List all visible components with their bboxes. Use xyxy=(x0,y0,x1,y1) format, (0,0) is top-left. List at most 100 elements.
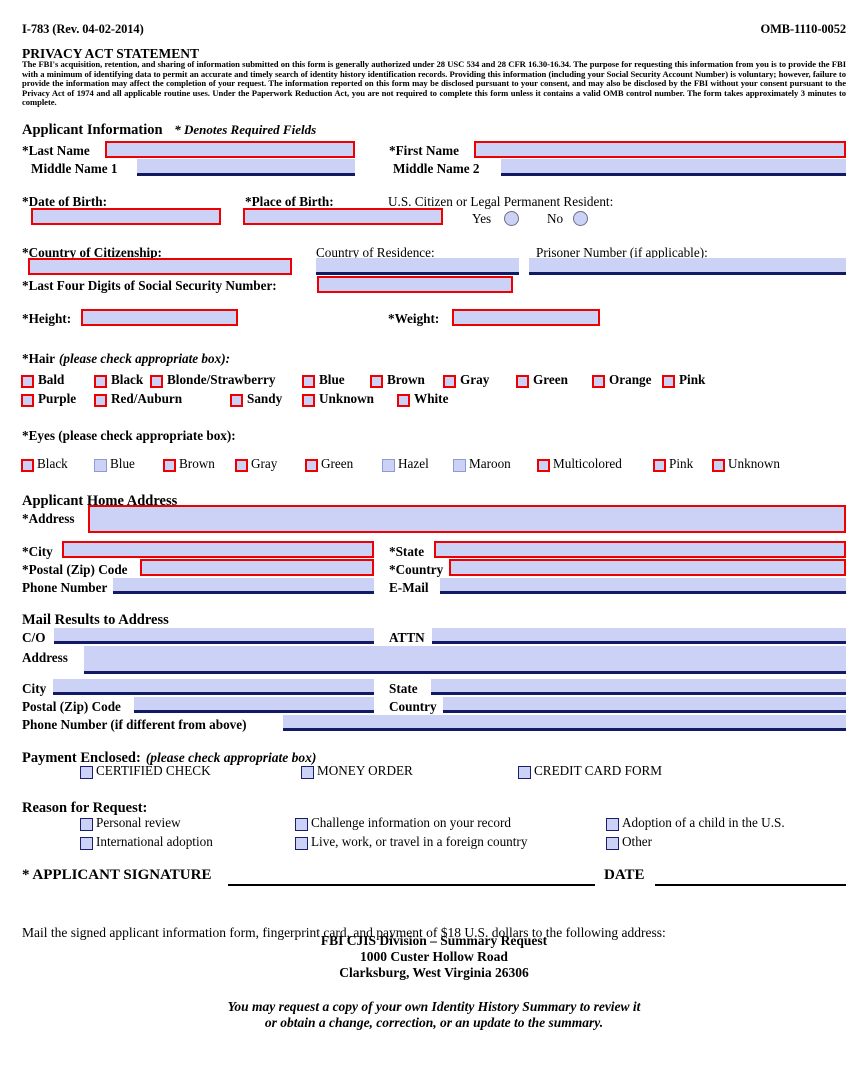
home-address-label: *Address xyxy=(22,511,75,526)
hair-option-checkbox-11[interactable] xyxy=(230,394,243,407)
eyes-option-label-9: Unknown xyxy=(728,456,781,471)
applicant-information-title: Applicant Information xyxy=(22,122,163,138)
prisoner-number-input[interactable] xyxy=(529,258,846,275)
hair-option-checkbox-1[interactable] xyxy=(94,375,107,388)
weight-label: *Weight: xyxy=(388,311,440,326)
eyes-option-checkbox-4[interactable] xyxy=(305,459,318,472)
hair-option-label-0: Bald xyxy=(38,372,65,387)
hair-option-label-1: Black xyxy=(111,372,144,387)
home-state-input[interactable] xyxy=(434,541,846,558)
reason-option-label-0: Personal review xyxy=(96,815,181,830)
hair-option-checkbox-6[interactable] xyxy=(516,375,529,388)
country-citizenship-input[interactable] xyxy=(28,258,292,275)
hair-option-checkbox-4[interactable] xyxy=(370,375,383,388)
home-email-input[interactable] xyxy=(440,578,846,594)
eyes-option-checkbox-9[interactable] xyxy=(712,459,725,472)
payment-option-checkbox-0[interactable] xyxy=(80,766,93,779)
reason-option-checkbox-1[interactable] xyxy=(295,818,308,831)
eyes-option-checkbox-1[interactable] xyxy=(94,459,107,472)
reason-option-label-1: Challenge information on your record xyxy=(311,815,511,830)
last-name-input[interactable] xyxy=(105,141,355,158)
first-name-input[interactable] xyxy=(474,141,846,158)
form-number: I-783 (Rev. 04-02-2014) xyxy=(22,22,144,36)
ssn-input[interactable] xyxy=(317,276,513,293)
applicant-signature-line[interactable] xyxy=(228,884,595,886)
mail-attn-label: ATTN xyxy=(389,630,425,645)
hair-option-label-10: Red/Auburn xyxy=(111,391,183,406)
citizen-yes-radio[interactable] xyxy=(504,211,519,226)
middle-name-1-input[interactable] xyxy=(137,159,355,176)
place-of-birth-input[interactable] xyxy=(243,208,443,225)
hair-option-checkbox-3[interactable] xyxy=(302,375,315,388)
hair-option-label-5: Gray xyxy=(460,372,490,387)
home-address-input[interactable] xyxy=(88,505,846,533)
mail-city-input[interactable] xyxy=(53,679,374,695)
fbi-address-line-2: 1000 Custer Hollow Road xyxy=(360,949,508,964)
hair-option-checkbox-10[interactable] xyxy=(94,394,107,407)
mail-city-label: City xyxy=(22,681,47,696)
hair-option-label-3: Blue xyxy=(319,372,345,387)
mail-attn-input[interactable] xyxy=(432,628,846,644)
middle-name-2-input[interactable] xyxy=(501,159,846,176)
eyes-option-checkbox-3[interactable] xyxy=(235,459,248,472)
hair-option-checkbox-2[interactable] xyxy=(150,375,163,388)
hair-option-checkbox-13[interactable] xyxy=(397,394,410,407)
reason-option-checkbox-3[interactable] xyxy=(80,837,93,850)
mail-results-heading: Mail Results to Address xyxy=(22,612,169,628)
date-line[interactable] xyxy=(655,884,846,886)
hair-option-label-11: Sandy xyxy=(247,391,283,406)
hair-option-checkbox-0[interactable] xyxy=(21,375,34,388)
citizen-no-radio[interactable] xyxy=(573,211,588,226)
height-label: *Height: xyxy=(22,311,72,326)
form-header: I-783 (Rev. 04-02-2014) OMB-1110-0052 xyxy=(22,22,846,37)
reason-option-label-3: International adoption xyxy=(96,834,213,849)
reason-option-checkbox-0[interactable] xyxy=(80,818,93,831)
mail-country-input[interactable] xyxy=(443,697,846,713)
mail-phone-label: Phone Number (if different from above) xyxy=(22,717,247,732)
hair-option-checkbox-7[interactable] xyxy=(592,375,605,388)
country-residence-input[interactable] xyxy=(316,258,519,275)
privacy-act-body: The FBI's acquisition, retention, and sh… xyxy=(22,59,846,108)
hair-option-checkbox-12[interactable] xyxy=(302,394,315,407)
home-city-label: *City xyxy=(22,544,53,559)
reason-option-checkbox-4[interactable] xyxy=(295,837,308,850)
eyes-option-checkbox-7[interactable] xyxy=(537,459,550,472)
mail-postal-input[interactable] xyxy=(134,697,374,713)
first-name-label: *First Name xyxy=(389,143,459,158)
weight-input[interactable] xyxy=(452,309,600,326)
date-of-birth-input[interactable] xyxy=(31,208,221,225)
home-city-input[interactable] xyxy=(62,541,374,558)
reason-option-checkbox-2[interactable] xyxy=(606,818,619,831)
eyes-option-checkbox-8[interactable] xyxy=(653,459,666,472)
mail-co-input[interactable] xyxy=(54,628,374,644)
payment-option-checkbox-1[interactable] xyxy=(301,766,314,779)
home-postal-input[interactable] xyxy=(140,559,374,576)
citizen-question-label: U.S. Citizen or Legal Permanent Resident… xyxy=(388,194,614,209)
eyes-option-checkbox-2[interactable] xyxy=(163,459,176,472)
hair-option-checkbox-9[interactable] xyxy=(21,394,34,407)
hair-option-label-12: Unknown xyxy=(319,391,374,406)
fbi-address-line-1: FBI CJIS Division – Summary Request xyxy=(320,933,548,948)
eyes-option-checkbox-5[interactable] xyxy=(382,459,395,472)
hair-option-label-2: Blonde/Strawberry xyxy=(167,372,276,387)
payment-option-label-2: CREDIT CARD FORM xyxy=(534,763,662,778)
height-input[interactable] xyxy=(81,309,238,326)
mail-phone-input[interactable] xyxy=(283,715,846,731)
date-of-birth-label: *Date of Birth: xyxy=(22,194,107,209)
mail-address-input[interactable] xyxy=(84,646,846,674)
eyes-option-checkbox-6[interactable] xyxy=(453,459,466,472)
omb-number: OMB-1110-0052 xyxy=(760,22,846,36)
footer-note-line-1: You may request a copy of your own Ident… xyxy=(227,999,641,1014)
home-postal-label: *Postal (Zip) Code xyxy=(22,562,128,577)
home-phone-input[interactable] xyxy=(113,578,374,594)
eyes-option-checkbox-0[interactable] xyxy=(21,459,34,472)
payment-option-checkbox-2[interactable] xyxy=(518,766,531,779)
home-country-input[interactable] xyxy=(449,559,846,576)
mail-state-input[interactable] xyxy=(431,679,846,695)
payment-option-label-1: MONEY ORDER xyxy=(317,763,413,778)
hair-note: (please check appropriate box): xyxy=(58,351,231,366)
hair-option-checkbox-5[interactable] xyxy=(443,375,456,388)
reason-option-checkbox-5[interactable] xyxy=(606,837,619,850)
eyes-section-label: *Eyes (please check appropriate box): xyxy=(22,428,236,443)
hair-option-checkbox-8[interactable] xyxy=(662,375,675,388)
